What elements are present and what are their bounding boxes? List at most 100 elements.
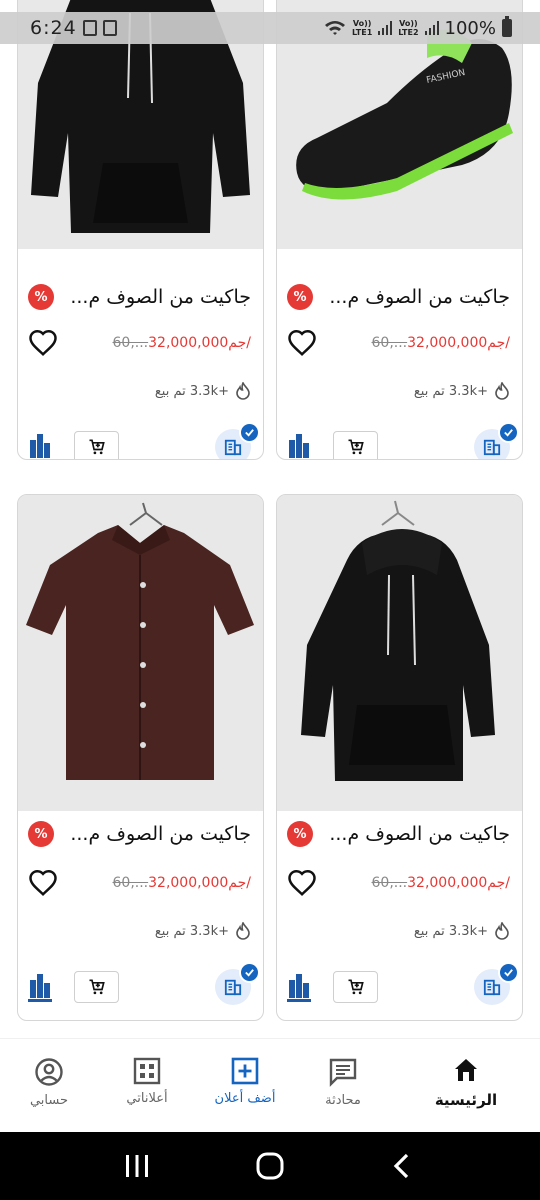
account-icon — [35, 1058, 63, 1086]
hoodie-image — [277, 495, 522, 811]
shirt-image — [18, 495, 263, 811]
old-price: 60,... — [112, 875, 149, 891]
nav-chat[interactable]: محادثة — [294, 1039, 392, 1132]
sold-count: +3.3k تم بيع — [154, 923, 229, 939]
title-row: جاكيت من الصوف م... % — [287, 819, 510, 849]
nav-home-label: الرئيسية — [434, 1091, 498, 1109]
sim1-label: LTE1 — [352, 28, 373, 37]
nav-account-label: حسابي — [29, 1093, 69, 1108]
store-button[interactable] — [215, 962, 260, 1005]
back-icon[interactable] — [388, 1151, 418, 1181]
sold-count: +3.3k تم بيع — [413, 383, 488, 399]
percent-badge-icon: % — [287, 821, 313, 847]
nav-my-ads[interactable]: أعلاناتي — [98, 1039, 196, 1132]
title-row: جاكيت من الصوف م... % — [287, 282, 510, 312]
card-actions — [285, 422, 519, 459]
title-row: جاكيت من الصوف م... % — [28, 819, 251, 849]
status-time: 6:24 — [30, 17, 77, 39]
price: 60,...32,000,000جم/ — [113, 335, 252, 351]
add-cart-icon — [89, 979, 105, 995]
nav-home[interactable]: الرئيسية — [392, 1039, 540, 1132]
product-card[interactable]: جاكيت من الصوف م... % 60,...32,000,000جم… — [17, 494, 264, 1021]
store-button[interactable] — [474, 422, 519, 459]
card-actions-left — [26, 970, 119, 1004]
price-row: 60,...32,000,000جم/ — [28, 866, 251, 900]
gallery-notification-icon — [82, 20, 97, 36]
app-screen: 6:24 Vo)) LTE1 Vo)) LTE2 100% جاكيت من ا… — [0, 0, 540, 1200]
signal-bars-icon — [378, 21, 393, 35]
sold-row: +3.3k تم بيع — [414, 919, 510, 943]
wifi-icon — [325, 21, 345, 35]
home-icon — [455, 1059, 477, 1081]
product-title[interactable]: جاكيت من الصوف م... — [70, 823, 251, 845]
add-to-cart-button[interactable] — [333, 971, 378, 1003]
brand-logo — [289, 434, 309, 458]
nav-add-ad[interactable]: أضف أعلان — [196, 1039, 294, 1132]
recent-apps-icon[interactable] — [122, 1153, 152, 1179]
store-button[interactable] — [215, 422, 260, 459]
sim2-label: LTE2 — [398, 28, 419, 37]
store-icon — [483, 979, 501, 996]
add-to-cart-button[interactable] — [333, 431, 378, 459]
heart-icon[interactable] — [287, 868, 317, 898]
card-actions — [26, 962, 260, 1008]
signal-bars-icon-2 — [424, 21, 439, 35]
nav-account[interactable]: حسابي — [0, 1039, 98, 1132]
product-card[interactable]: جاكيت من الصوف م... % 60,...32,000,000جم… — [276, 494, 523, 1021]
heart-icon[interactable] — [28, 868, 58, 898]
store-button[interactable] — [474, 962, 519, 1005]
heart-icon[interactable] — [287, 328, 317, 358]
current-price: 32,000,000جم/ — [407, 875, 510, 891]
store-icon — [224, 439, 242, 456]
card-actions — [26, 422, 260, 459]
sold-row: +3.3k تم بيع — [155, 379, 251, 403]
product-title[interactable]: جاكيت من الصوف م... — [329, 823, 510, 845]
current-price: 32,000,000جم/ — [407, 335, 510, 351]
flame-icon — [236, 382, 250, 400]
volte-label: Vo)) — [352, 19, 372, 28]
sim2-indicator: Vo)) LTE2 — [398, 19, 418, 37]
add-to-cart-button[interactable] — [74, 971, 119, 1003]
product-image[interactable] — [18, 495, 263, 811]
price: 60,...32,000,000جم/ — [113, 875, 252, 891]
store-icon — [483, 439, 501, 456]
card-actions-left — [285, 970, 378, 1004]
add-cart-icon — [348, 439, 364, 455]
card-actions-left — [285, 430, 378, 459]
card-actions-left — [26, 430, 119, 459]
verified-check-icon — [498, 422, 519, 443]
old-price: 60,... — [371, 875, 408, 891]
product-card[interactable]: FASHION جاكيت من الصوف م... % 60,...32,0… — [276, 0, 523, 460]
current-price: 32,000,000جم/ — [148, 335, 251, 351]
volte-label-2: Vo)) — [399, 19, 418, 28]
nav-my-ads-label: أعلاناتي — [126, 1091, 168, 1106]
heart-icon[interactable] — [28, 328, 58, 358]
price-row: 60,...32,000,000جم/ — [28, 326, 251, 360]
flame-icon — [495, 922, 509, 940]
sold-row: +3.3k تم بيع — [414, 379, 510, 403]
status-left: 6:24 — [30, 17, 117, 39]
percent-badge-icon: % — [28, 284, 54, 310]
chat-icon — [329, 1058, 357, 1087]
sim-notification-icon — [102, 20, 117, 36]
home-button-icon[interactable] — [255, 1151, 285, 1181]
product-title[interactable]: جاكيت من الصوف م... — [329, 286, 510, 308]
product-card[interactable]: جاكيت من الصوف م... % 60,...32,000,000جم… — [17, 0, 264, 460]
percent-badge-icon: % — [28, 821, 54, 847]
sim1-indicator: Vo)) LTE1 — [352, 19, 372, 37]
verified-check-icon — [239, 962, 260, 983]
sold-count: +3.3k تم بيع — [413, 923, 488, 939]
battery-icon — [502, 16, 512, 37]
brand-logo — [28, 974, 52, 1002]
card-actions — [285, 962, 519, 1008]
verified-check-icon — [498, 962, 519, 983]
store-icon — [224, 979, 242, 996]
add-cart-icon — [348, 979, 364, 995]
flame-icon — [236, 922, 250, 940]
product-image[interactable] — [277, 495, 522, 811]
battery-percent: 100% — [444, 17, 496, 39]
add-to-cart-button[interactable] — [74, 431, 119, 459]
sold-row: +3.3k تم بيع — [155, 919, 251, 943]
product-title[interactable]: جاكيت من الصوف م... — [70, 286, 251, 308]
status-right: Vo)) LTE1 Vo)) LTE2 100% — [324, 16, 512, 39]
